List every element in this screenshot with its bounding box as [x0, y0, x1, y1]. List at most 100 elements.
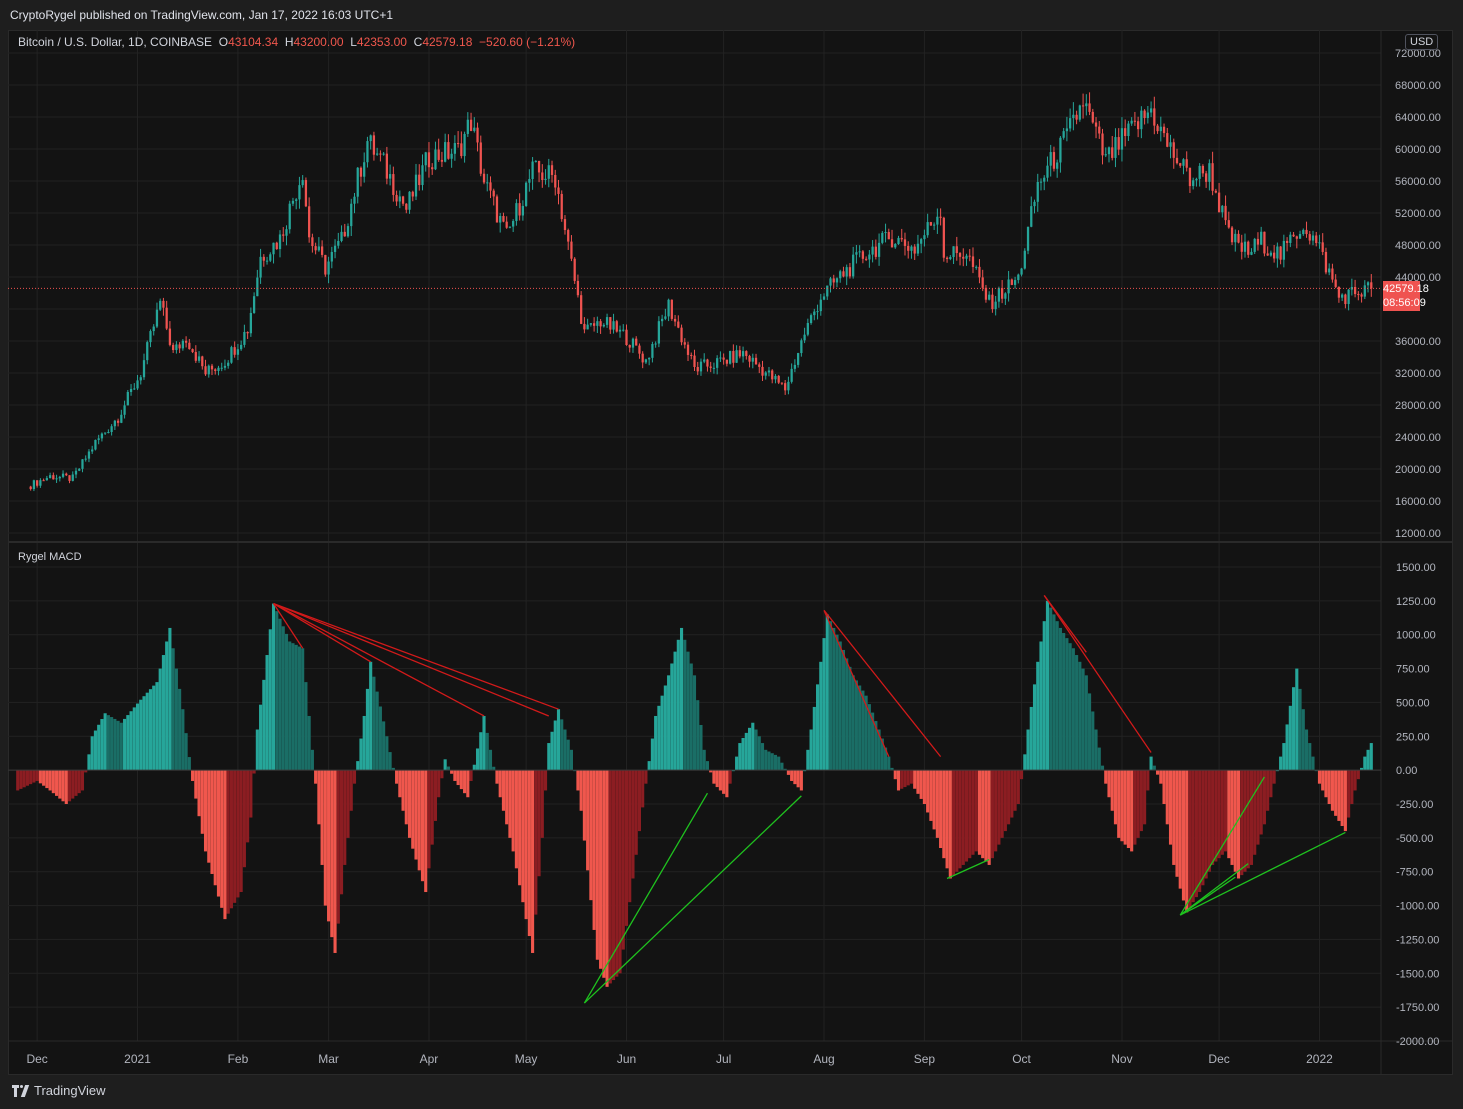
macd-axis-label: 0.00 [1396, 765, 1417, 777]
macd-bar-2021-03-04 [336, 770, 340, 924]
macd-bar-2021-02-20 [297, 646, 301, 771]
candle-2021-10-12 [1056, 162, 1059, 169]
candle-2021-09-17 [975, 266, 978, 268]
candle-2021-06-14 [667, 299, 670, 317]
candle-2021-05-09 [550, 165, 554, 175]
candle-2021-12-02 [1221, 205, 1224, 213]
macd-bar-2021-01-07 [155, 682, 159, 771]
candle-2021-03-21 [392, 174, 395, 195]
currency-badge[interactable]: USD [1405, 34, 1439, 50]
candle-2021-04-30 [521, 205, 525, 216]
macd-bar-2021-07-21 [786, 770, 790, 775]
candle-2021-01-21 [201, 356, 204, 367]
candle-2021-09-25 [1000, 288, 1004, 299]
candle-2021-09-15 [968, 255, 971, 257]
candle-2021-01-15 [181, 340, 184, 349]
macd-bar-2021-06-13 [663, 685, 667, 771]
candle-2021-07-14 [764, 372, 767, 376]
macd-bar-2020-12-23 [106, 715, 110, 771]
candle-2021-02-25 [314, 246, 317, 251]
candle-2021-10-15 [1065, 128, 1069, 132]
macd-bar-2021-05-19 [582, 770, 586, 841]
footer-brand[interactable]: TradingView [12, 1083, 106, 1098]
candle-2021-10-26 [1101, 133, 1104, 156]
candle-2021-06-10 [654, 343, 657, 345]
macd-bar-2021-09-14 [964, 770, 969, 862]
macd-bar-2021-07-07 [741, 737, 745, 771]
candle-2021-09-29 [1013, 280, 1017, 285]
candle-2021-08-20 [884, 232, 887, 234]
candle-2021-11-04 [1130, 120, 1133, 124]
candle-2021-07-11 [754, 357, 758, 365]
candle-2022-01-04 [1328, 268, 1331, 273]
candle-2021-12-11 [1250, 251, 1253, 255]
candle-2021-10-28 [1107, 147, 1111, 155]
candle-2022-01-15 [1363, 285, 1366, 297]
macd-bar-2021-05-14 [566, 739, 570, 771]
price-axis-label: 12000.00 [1395, 528, 1441, 540]
macd-bar-2021-02-01 [236, 770, 240, 898]
candle-2021-12-13 [1256, 238, 1260, 245]
macd-bar-2021-07-03 [728, 770, 732, 784]
macd-bar-2020-11-27 [22, 770, 26, 788]
candle-2021-03-31 [424, 152, 427, 166]
candle-2021-01-20 [197, 356, 201, 361]
macd-bar-2021-07-12 [757, 736, 761, 771]
macd-bar-2021-11-29 [1211, 770, 1215, 865]
candle-2020-12-09 [61, 473, 65, 477]
macd-bar-2021-01-09 [161, 655, 165, 771]
candle-2021-06-18 [680, 327, 683, 343]
macd-bar-2021-09-15 [968, 770, 972, 859]
candle-2022-01-01 [1318, 242, 1321, 244]
macd-bar-2021-12-12 [1253, 770, 1257, 855]
candle-2021-07-29 [813, 311, 816, 316]
candle-2021-04-21 [492, 190, 495, 197]
candle-2021-05-08 [547, 165, 550, 179]
candle-2021-03-01 [327, 261, 330, 275]
macd-bar-2021-03-26 [407, 770, 412, 838]
macd-bar-2021-04-29 [518, 770, 522, 886]
candle-2021-01-31 [233, 347, 236, 355]
candle-2021-07-06 [738, 350, 741, 357]
symbol-title[interactable]: Bitcoin / U.S. Dollar, 1D, COINBASE [18, 35, 212, 49]
candle-2021-09-24 [997, 288, 1001, 302]
price-axis-label: 60000.00 [1395, 144, 1441, 156]
candle-2020-12-19 [94, 439, 97, 450]
macd-bar-2021-10-23 [1091, 711, 1095, 771]
candle-2021-11-30 [1214, 190, 1217, 193]
candle-2021-05-06 [541, 172, 544, 181]
candle-2020-12-17 [87, 451, 91, 459]
candle-2021-01-02 [139, 377, 142, 381]
candle-2021-06-01 [625, 329, 628, 346]
candle-2021-08-11 [855, 252, 858, 255]
macd-bar-2021-10-04 [1029, 706, 1033, 771]
candle-2021-01-03 [142, 360, 146, 378]
candle-2021-04-18 [482, 173, 486, 183]
macd-bar-2021-08-07 [841, 649, 846, 771]
price-and-macd-chart[interactable]: 72000.0068000.0064000.0060000.0056000.00… [8, 30, 1453, 1075]
macd-bar-2021-12-02 [1220, 770, 1224, 855]
macd-bar-2021-10-21 [1084, 675, 1088, 771]
candle-2022-01-05 [1331, 268, 1334, 280]
macd-bar-2021-10-09 [1045, 600, 1050, 771]
candle-2020-12-15 [81, 459, 84, 469]
candle-2022-01-09 [1344, 294, 1347, 305]
macd-bar-2021-12-08 [1240, 770, 1244, 876]
macd-bar-2020-12-25 [113, 718, 117, 771]
candle-2021-12-20 [1279, 246, 1282, 260]
macd-bar-2021-01-15 [181, 709, 185, 771]
macd-bar-2021-07-24 [796, 770, 800, 788]
candle-2021-04-12 [463, 133, 466, 157]
macd-bar-2021-11-06 [1136, 770, 1140, 838]
candle-2021-05-23 [596, 321, 599, 326]
macd-bar-2021-05-23 [595, 770, 599, 960]
macd-bar-2021-06-09 [650, 738, 654, 771]
macd-bar-2021-06-08 [647, 761, 651, 771]
candle-2021-01-19 [194, 352, 197, 361]
candle-2021-10-23 [1091, 111, 1094, 123]
candle-2021-09-12 [958, 253, 962, 257]
macd-bar-2021-10-30 [1113, 770, 1118, 825]
macd-bar-2021-09-20 [984, 770, 988, 862]
macd-bar-2021-05-20 [586, 770, 590, 871]
indicator-title[interactable]: Rygel MACD [18, 551, 82, 563]
